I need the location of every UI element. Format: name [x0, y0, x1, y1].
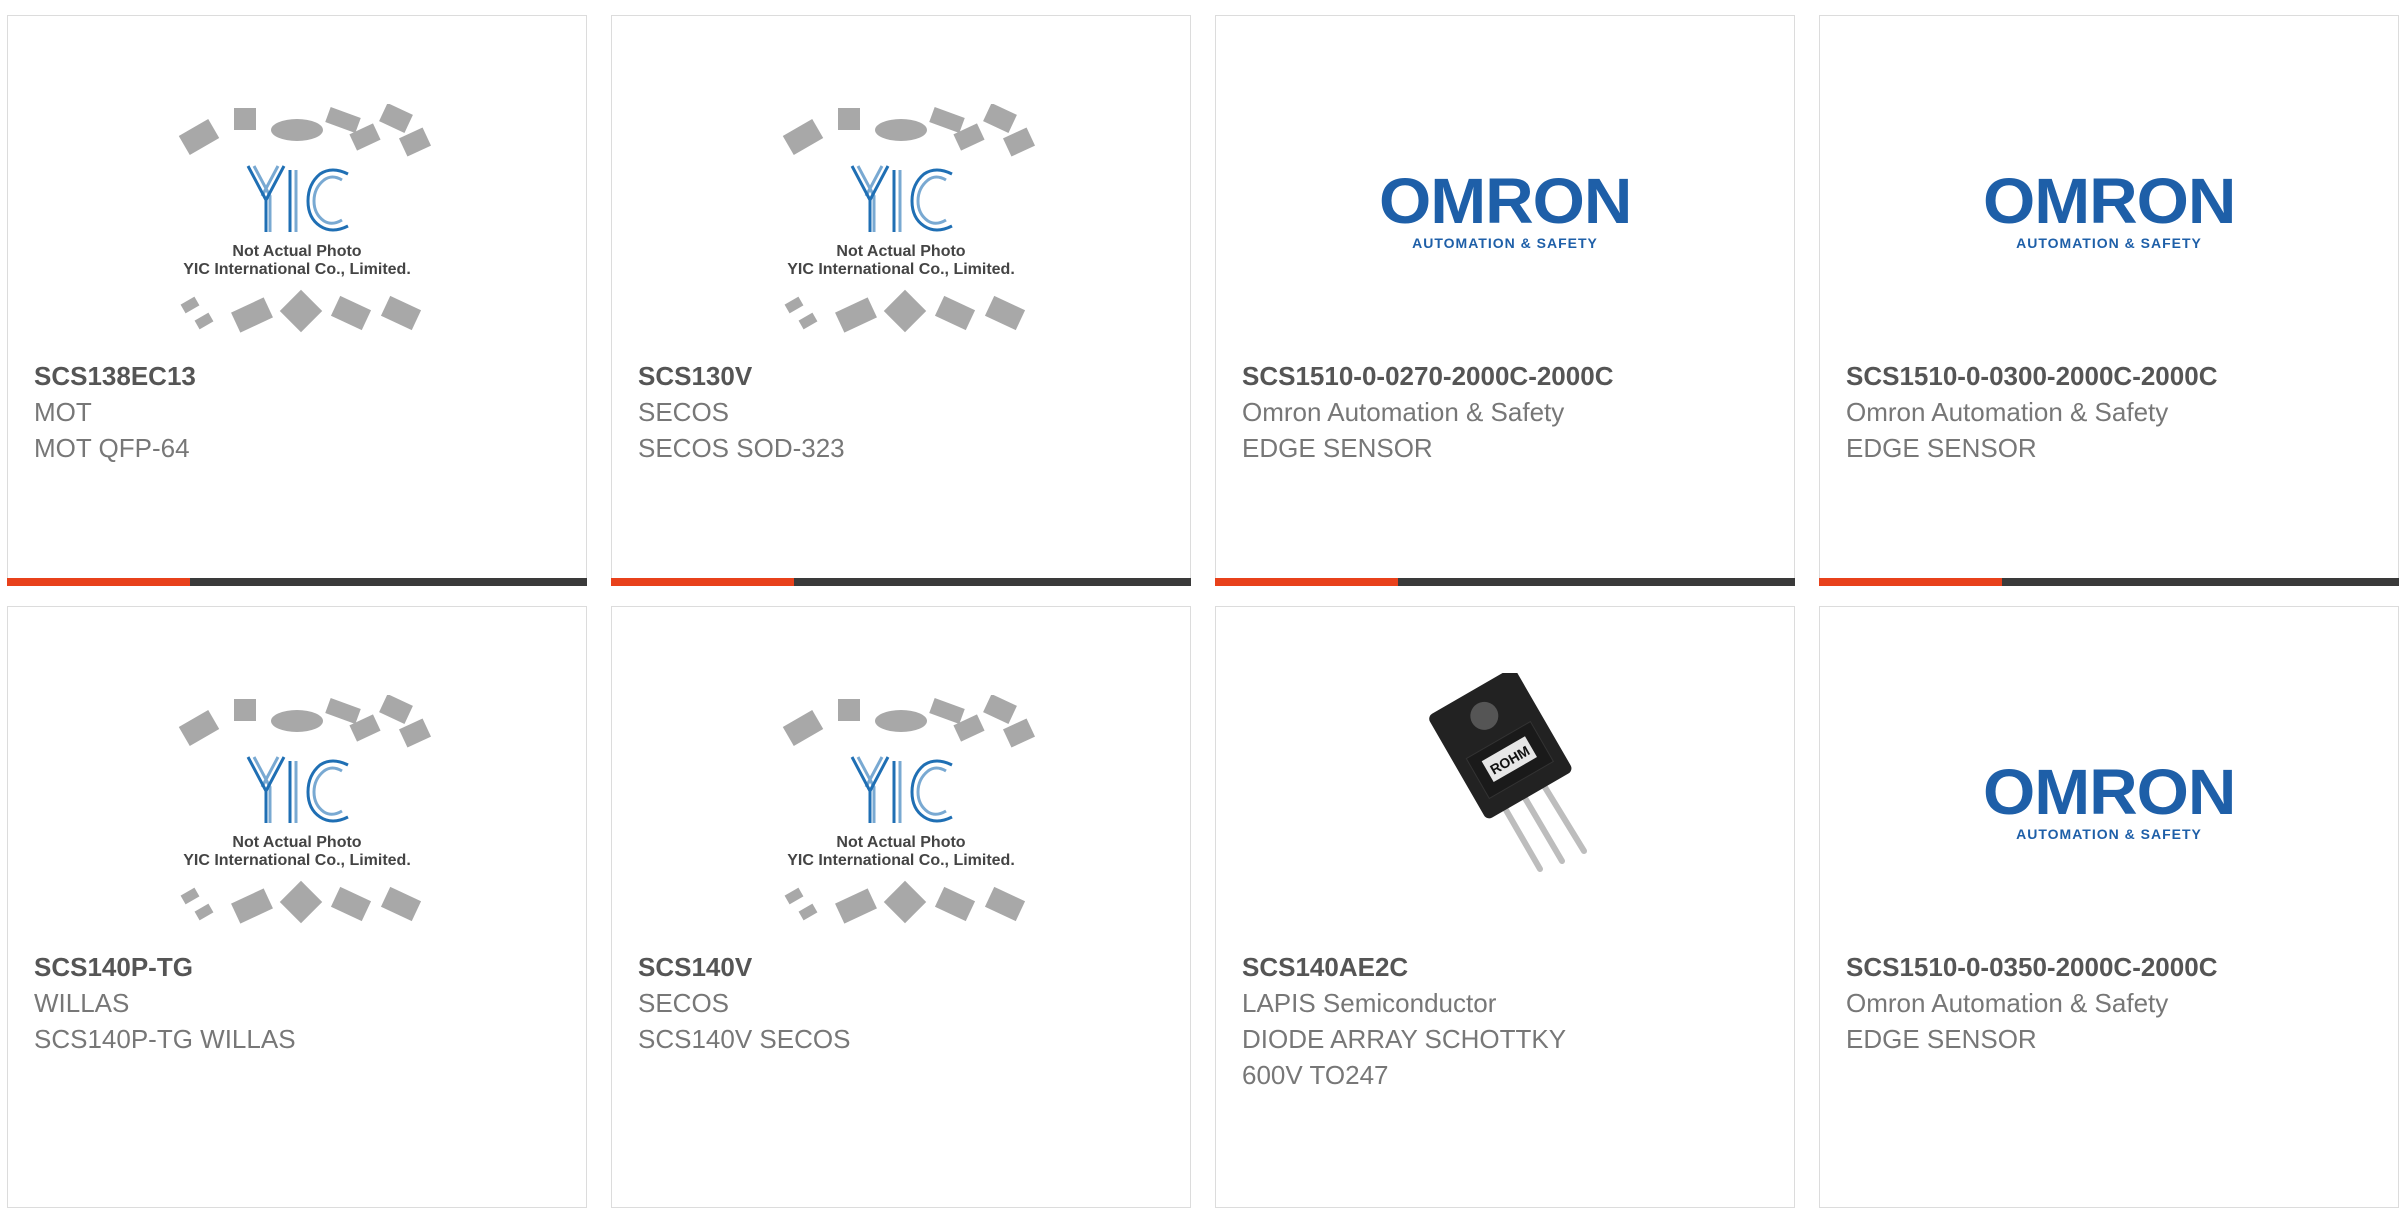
- omron-logo-wordmark: OMRON: [1982, 165, 2236, 237]
- product-description: SCS140P-TG WILLAS: [34, 1024, 296, 1054]
- not-actual-photo-placeholder: Not Actual Photo YIC International Co., …: [178, 695, 432, 924]
- product-card[interactable]: OMRON AUTOMATION & SAFETY SCS1510-0-0300…: [1819, 15, 2399, 586]
- product-description: SECOS SOD-323: [638, 433, 845, 463]
- part-number[interactable]: SCS1510-0-0300-2000C-2000C: [1846, 358, 2378, 394]
- product-description: MOT QFP-64: [34, 433, 190, 463]
- yic-logo: [850, 756, 953, 823]
- not-actual-photo-placeholder: Not Actual Photo YIC International Co., …: [782, 104, 1036, 333]
- placeholder-line-1: Not Actual Photo: [232, 834, 361, 851]
- product-card[interactable]: Not Actual Photo YIC International Co., …: [7, 15, 587, 586]
- product-image[interactable]: OMRON AUTOMATION & SAFETY: [1820, 695, 2398, 955]
- manufacturer: Omron Automation & Safety: [1846, 988, 2169, 1018]
- placeholder-line-2: YIC International Co., Limited.: [787, 261, 1015, 278]
- not-actual-photo-placeholder: Not Actual Photo YIC International Co., …: [178, 104, 432, 333]
- manufacturer: LAPIS Semiconductor: [1242, 988, 1497, 1018]
- part-number[interactable]: SCS138EC13: [34, 358, 566, 394]
- product-grid: Not Actual Photo YIC International Co., …: [7, 15, 2400, 1208]
- chip-packages-icon: [178, 695, 432, 748]
- omron-logo-wordmark: OMRON: [1378, 165, 1632, 237]
- omron-logo: OMRON AUTOMATION & SAFETY: [1983, 760, 2236, 842]
- placeholder-line-1: Not Actual Photo: [836, 243, 965, 260]
- omron-logo-wordmark: OMRON: [1982, 756, 2236, 828]
- part-number[interactable]: SCS1510-0-0350-2000C-2000C: [1846, 949, 2378, 985]
- product-description: 600V TO247: [1242, 1060, 1389, 1090]
- product-image[interactable]: ROHM: [1216, 673, 1794, 933]
- not-actual-photo-placeholder: Not Actual Photo YIC International Co., …: [782, 695, 1036, 924]
- part-number[interactable]: SCS140P-TG: [34, 949, 566, 985]
- chip-packages-icon: [178, 104, 432, 157]
- product-image[interactable]: Not Actual Photo YIC International Co., …: [612, 104, 1190, 364]
- part-number[interactable]: SCS1510-0-0270-2000C-2000C: [1242, 358, 1774, 394]
- card-bottom-bar: [7, 578, 587, 586]
- product-card[interactable]: Not Actual Photo YIC International Co., …: [611, 15, 1191, 586]
- placeholder-line-1: Not Actual Photo: [232, 243, 361, 260]
- to247-package-photo: ROHM: [1429, 673, 1587, 872]
- product-card[interactable]: Not Actual Photo YIC International Co., …: [7, 606, 587, 1208]
- card-accent-bar: [1819, 578, 2002, 586]
- card-accent-bar: [1215, 578, 1398, 586]
- manufacturer: MOT: [34, 397, 92, 427]
- product-description: EDGE SENSOR: [1242, 433, 1433, 463]
- card-bottom-bar: [1215, 578, 1795, 586]
- manufacturer: Omron Automation & Safety: [1846, 397, 2169, 427]
- chip-packages-icon: [782, 695, 1036, 748]
- card-accent-bar: [611, 578, 794, 586]
- product-image[interactable]: Not Actual Photo YIC International Co., …: [8, 695, 586, 955]
- product-card[interactable]: OMRON AUTOMATION & SAFETY SCS1510-0-0350…: [1819, 606, 2399, 1208]
- product-description: DIODE ARRAY SCHOTTKY: [1242, 1024, 1567, 1054]
- placeholder-line-2: YIC International Co., Limited.: [787, 852, 1015, 869]
- part-number[interactable]: SCS130V: [638, 358, 1170, 394]
- yic-logo: [246, 756, 349, 823]
- card-accent-bar: [7, 578, 190, 586]
- omron-logo: OMRON AUTOMATION & SAFETY: [1379, 169, 1632, 251]
- product-card[interactable]: ROHM SCS140AE2C LAPIS Semiconductor DIOD…: [1215, 606, 1795, 1208]
- omron-logo-tagline: AUTOMATION & SAFETY: [2016, 235, 2202, 251]
- product-description: EDGE SENSOR: [1846, 1024, 2037, 1054]
- omron-logo: OMRON AUTOMATION & SAFETY: [1983, 169, 2236, 251]
- yic-logo: [246, 165, 349, 232]
- product-image[interactable]: Not Actual Photo YIC International Co., …: [612, 695, 1190, 955]
- chip-packages-icon: [782, 104, 1036, 157]
- product-description: SCS140V SECOS: [638, 1024, 851, 1054]
- part-number[interactable]: SCS140AE2C: [1242, 949, 1774, 985]
- product-image[interactable]: OMRON AUTOMATION & SAFETY: [1216, 104, 1794, 364]
- card-bottom-bar: [611, 578, 1191, 586]
- manufacturer: SECOS: [638, 397, 730, 427]
- product-card[interactable]: Not Actual Photo YIC International Co., …: [611, 606, 1191, 1208]
- omron-logo-tagline: AUTOMATION & SAFETY: [2016, 826, 2202, 842]
- part-number[interactable]: SCS140V: [638, 949, 1170, 985]
- manufacturer: WILLAS: [34, 988, 130, 1018]
- placeholder-line-2: YIC International Co., Limited.: [183, 261, 411, 278]
- card-bottom-bar: [1819, 578, 2399, 586]
- omron-logo-tagline: AUTOMATION & SAFETY: [1412, 235, 1598, 251]
- manufacturer: Omron Automation & Safety: [1242, 397, 1565, 427]
- placeholder-line-1: Not Actual Photo: [836, 834, 965, 851]
- manufacturer: SECOS: [638, 988, 730, 1018]
- product-description: EDGE SENSOR: [1846, 433, 2037, 463]
- product-card[interactable]: OMRON AUTOMATION & SAFETY SCS1510-0-0270…: [1215, 15, 1795, 586]
- yic-logo: [850, 165, 953, 232]
- placeholder-line-2: YIC International Co., Limited.: [183, 852, 411, 869]
- product-image[interactable]: Not Actual Photo YIC International Co., …: [8, 104, 586, 364]
- product-image[interactable]: OMRON AUTOMATION & SAFETY: [1820, 104, 2398, 364]
